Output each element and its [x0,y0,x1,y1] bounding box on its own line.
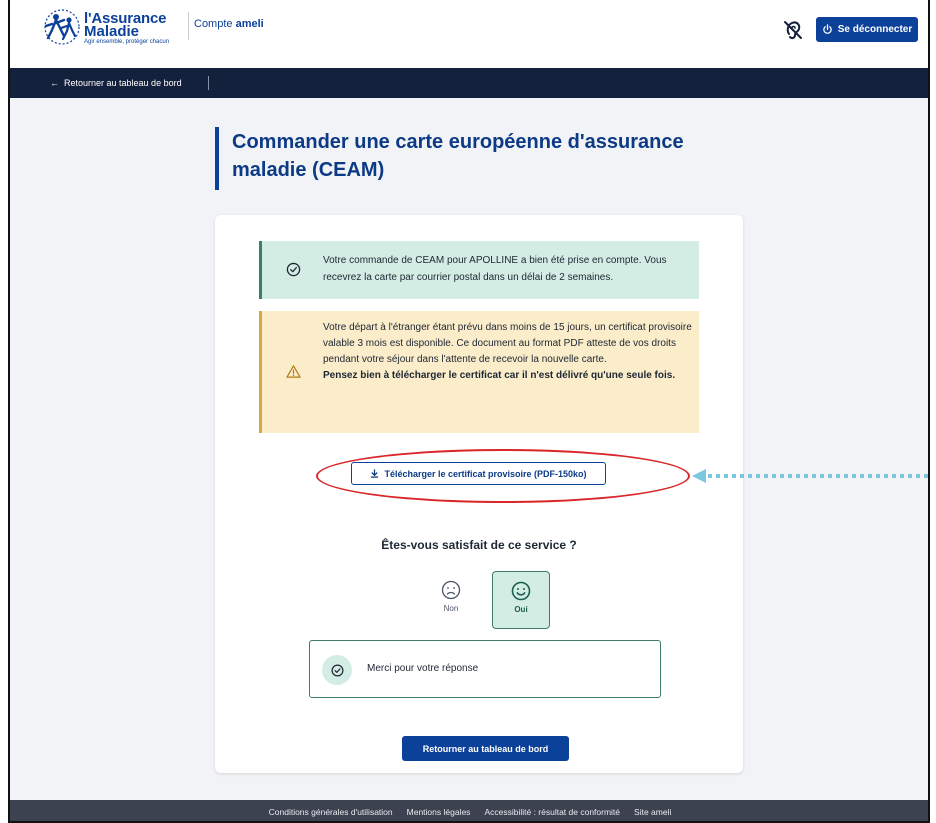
warning-triangle-icon [286,365,301,378]
logo-figures-icon [44,9,80,45]
rating-no-label: Non [443,604,459,613]
footer-link-cgu[interactable]: Conditions générales d'utilisation [269,807,393,817]
warning-alert-body: Votre départ à l'étranger étant prévu da… [323,322,692,365]
feedback-confirmation: Merci pour votre réponse [309,640,661,698]
footer-link-accessibility[interactable]: Accessibilité : résultat de conformité [484,807,620,817]
account-name: ameli [235,18,264,30]
success-alert: Votre commande de CEAM pour APOLLINE a b… [259,241,699,299]
sad-face-icon [441,580,461,600]
logout-label: Se déconnecter [837,24,913,35]
happy-face-icon [511,581,531,601]
warning-alert-bold: Pensez bien à télécharger le certificat … [323,370,676,381]
footer-link-site[interactable]: Site ameli [634,807,671,817]
logout-button[interactable]: Se déconnecter [816,17,918,42]
top-navbar: ← Retourner au tableau de bord [10,68,928,98]
footer-link-mentions[interactable]: Mentions légales [407,807,471,817]
back-button-label: Retourner au tableau de bord [422,743,549,754]
confirmation-check-badge [322,655,352,685]
header-divider [188,12,189,40]
download-label: Télécharger le certificat provisoire (PD… [384,468,587,479]
ear-slash-icon[interactable] [782,19,804,41]
page-title: Commander une carte européenne d'assuran… [232,131,684,181]
back-link-label: Retourner au tableau de bord [64,78,182,88]
account-prefix: Compte [194,18,233,30]
satisfaction-question: Êtes-vous satisfait de ce service ? [381,538,577,552]
confirmation-text: Merci pour votre réponse [367,663,479,674]
title-accent-bar [215,127,219,190]
back-to-dashboard-button[interactable]: Retourner au tableau de bord [402,736,569,761]
check-circle-icon [286,262,301,277]
site-footer: Conditions générales d'utilisation Menti… [10,800,928,821]
logo-tagline: Agir ensemble, protéger chacun [84,39,170,45]
rating-yes-option[interactable]: Oui [492,571,550,629]
arrow-left-icon: ← [50,78,59,88]
browser-frame: l'Assurance Maladie Agir ensemble, proté… [8,0,930,823]
rating-yes-label: Oui [514,605,528,614]
site-header: l'Assurance Maladie Agir ensemble, proté… [10,0,928,68]
check-circle-icon [331,664,343,676]
download-icon [371,469,379,478]
back-to-dashboard-link[interactable]: ← Retourner au tableau de bord [50,68,182,98]
account-label: Compte ameli [194,18,264,30]
download-certificate-button[interactable]: Télécharger le certificat provisoire (PD… [351,462,606,485]
navbar-divider [208,76,209,90]
assurance-maladie-logo[interactable]: l'Assurance Maladie Agir ensemble, proté… [42,8,182,48]
success-alert-text: Votre commande de CEAM pour APOLLINE a b… [323,255,667,283]
power-icon [822,24,832,34]
rating-no-option[interactable]: Non [425,571,477,629]
logo-line2: Maladie [84,23,140,40]
warning-alert: Votre départ à l'étranger étant prévu da… [259,311,699,433]
content-card: Votre commande de CEAM pour APOLLINE a b… [215,215,743,773]
warning-alert-text: Votre départ à l'étranger étant prévu da… [323,320,693,384]
